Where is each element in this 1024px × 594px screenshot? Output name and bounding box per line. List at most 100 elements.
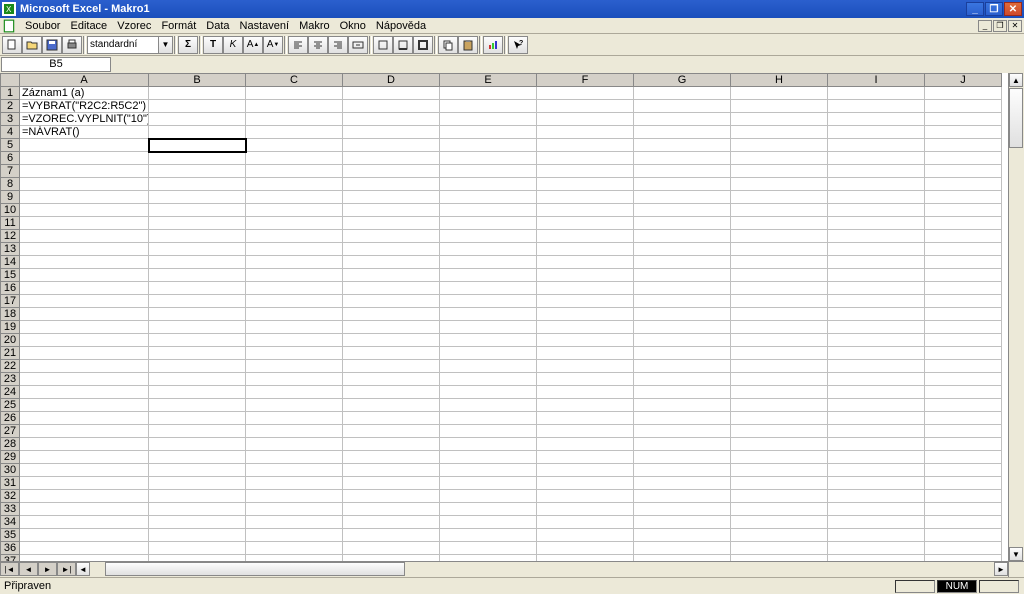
cell-H5[interactable] — [731, 139, 828, 152]
tool-button-3[interactable] — [413, 36, 433, 54]
spreadsheet-grid[interactable]: ABCDEFGHIJ1Záznam1 (a)2=VYBRAT("R2C2:R5C… — [0, 73, 1002, 568]
cell-B9[interactable] — [149, 191, 246, 204]
select-all-corner[interactable] — [1, 74, 20, 87]
minimize-button[interactable]: _ — [966, 2, 984, 16]
cell-D33[interactable] — [343, 503, 440, 516]
cell-G23[interactable] — [634, 373, 731, 386]
cell-G24[interactable] — [634, 386, 731, 399]
cell-C21[interactable] — [246, 347, 343, 360]
cell-H18[interactable] — [731, 308, 828, 321]
new-button[interactable] — [2, 36, 22, 54]
cell-E22[interactable] — [440, 360, 537, 373]
cell-F29[interactable] — [537, 451, 634, 464]
cell-A18[interactable] — [20, 308, 149, 321]
row-header-12[interactable]: 12 — [1, 230, 20, 243]
cell-I2[interactable] — [828, 100, 925, 113]
cell-F16[interactable] — [537, 282, 634, 295]
cell-J24[interactable] — [925, 386, 1002, 399]
tab-next-button[interactable]: ► — [38, 562, 57, 576]
cell-E8[interactable] — [440, 178, 537, 191]
cell-D26[interactable] — [343, 412, 440, 425]
cell-D4[interactable] — [343, 126, 440, 139]
menu-editace[interactable]: Editace — [65, 20, 112, 32]
cell-C33[interactable] — [246, 503, 343, 516]
row-header-33[interactable]: 33 — [1, 503, 20, 516]
cell-A32[interactable] — [20, 490, 149, 503]
cell-I13[interactable] — [828, 243, 925, 256]
cell-B22[interactable] — [149, 360, 246, 373]
row-header-32[interactable]: 32 — [1, 490, 20, 503]
cell-J20[interactable] — [925, 334, 1002, 347]
cell-C26[interactable] — [246, 412, 343, 425]
cell-A36[interactable] — [20, 542, 149, 555]
cell-H36[interactable] — [731, 542, 828, 555]
cell-B30[interactable] — [149, 464, 246, 477]
cell-B11[interactable] — [149, 217, 246, 230]
cell-F21[interactable] — [537, 347, 634, 360]
cell-F25[interactable] — [537, 399, 634, 412]
cell-F20[interactable] — [537, 334, 634, 347]
cell-B33[interactable] — [149, 503, 246, 516]
save-button[interactable] — [42, 36, 62, 54]
cell-D8[interactable] — [343, 178, 440, 191]
cell-F8[interactable] — [537, 178, 634, 191]
cell-A27[interactable] — [20, 425, 149, 438]
cell-D10[interactable] — [343, 204, 440, 217]
cell-D18[interactable] — [343, 308, 440, 321]
cell-A33[interactable] — [20, 503, 149, 516]
row-header-14[interactable]: 14 — [1, 256, 20, 269]
cell-B27[interactable] — [149, 425, 246, 438]
cell-A2[interactable]: =VYBRAT("R2C2:R5C2") — [20, 100, 149, 113]
name-box[interactable]: B5 — [1, 57, 111, 72]
cell-A24[interactable] — [20, 386, 149, 399]
cell-C8[interactable] — [246, 178, 343, 191]
cell-B26[interactable] — [149, 412, 246, 425]
cell-H25[interactable] — [731, 399, 828, 412]
cell-E31[interactable] — [440, 477, 537, 490]
cell-A31[interactable] — [20, 477, 149, 490]
row-header-21[interactable]: 21 — [1, 347, 20, 360]
cell-E4[interactable] — [440, 126, 537, 139]
cell-E5[interactable] — [440, 139, 537, 152]
row-header-35[interactable]: 35 — [1, 529, 20, 542]
cell-H14[interactable] — [731, 256, 828, 269]
cell-C2[interactable] — [246, 100, 343, 113]
col-header-H[interactable]: H — [731, 74, 828, 87]
cell-D35[interactable] — [343, 529, 440, 542]
cell-H15[interactable] — [731, 269, 828, 282]
cell-J2[interactable] — [925, 100, 1002, 113]
cell-B1[interactable] — [149, 87, 246, 100]
align-center-button[interactable] — [308, 36, 328, 54]
cell-C11[interactable] — [246, 217, 343, 230]
row-header-13[interactable]: 13 — [1, 243, 20, 256]
cell-D34[interactable] — [343, 516, 440, 529]
merge-button[interactable] — [348, 36, 368, 54]
menu-nastavení[interactable]: Nastavení — [235, 20, 295, 32]
vertical-scrollbar[interactable]: ▲ ▼ — [1008, 73, 1024, 561]
cell-I18[interactable] — [828, 308, 925, 321]
cell-A34[interactable] — [20, 516, 149, 529]
row-header-28[interactable]: 28 — [1, 438, 20, 451]
cell-G13[interactable] — [634, 243, 731, 256]
cell-E32[interactable] — [440, 490, 537, 503]
tool-button-1[interactable] — [373, 36, 393, 54]
cell-D19[interactable] — [343, 321, 440, 334]
cell-B28[interactable] — [149, 438, 246, 451]
cell-B19[interactable] — [149, 321, 246, 334]
row-header-9[interactable]: 9 — [1, 191, 20, 204]
cell-I28[interactable] — [828, 438, 925, 451]
bold-button[interactable]: T — [203, 36, 223, 54]
cell-F30[interactable] — [537, 464, 634, 477]
cell-G4[interactable] — [634, 126, 731, 139]
cell-B35[interactable] — [149, 529, 246, 542]
cell-E27[interactable] — [440, 425, 537, 438]
cell-B2[interactable] — [149, 100, 246, 113]
cell-A12[interactable] — [20, 230, 149, 243]
cell-D23[interactable] — [343, 373, 440, 386]
cell-G33[interactable] — [634, 503, 731, 516]
menu-data[interactable]: Data — [201, 20, 234, 32]
row-header-31[interactable]: 31 — [1, 477, 20, 490]
menu-nápověda[interactable]: Nápověda — [371, 20, 431, 32]
cell-A6[interactable] — [20, 152, 149, 165]
cell-E12[interactable] — [440, 230, 537, 243]
